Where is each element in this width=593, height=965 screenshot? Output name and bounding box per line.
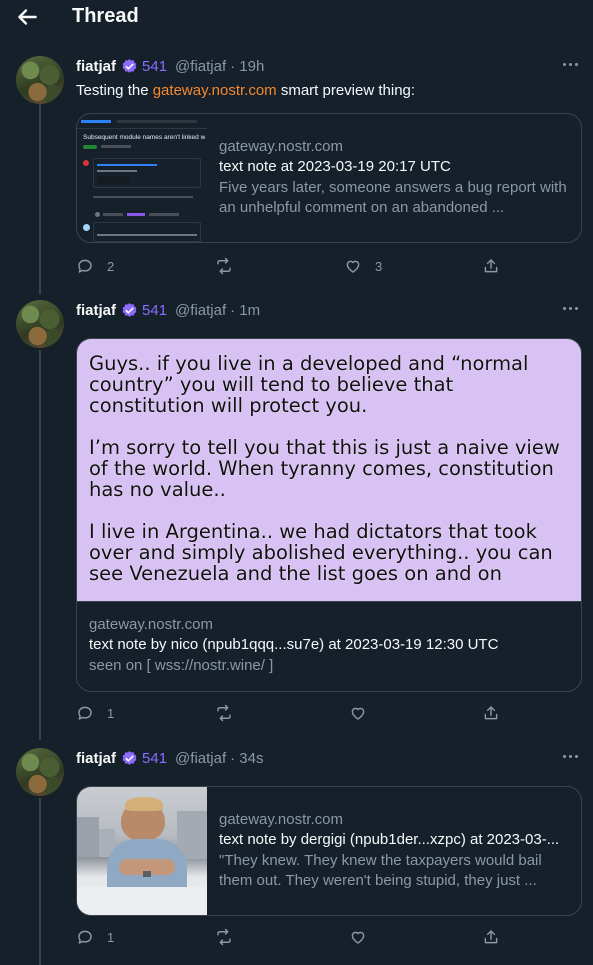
repost-button[interactable] [215, 704, 233, 722]
post-actions: 2 3 [76, 257, 516, 277]
post-actions: 1 [76, 928, 516, 948]
thread-line [39, 104, 41, 294]
card-description: Five years later, someone answers a bug … [219, 179, 567, 216]
share-icon [484, 259, 498, 273]
author-handle[interactable]: @fiatjaf [175, 58, 226, 75]
post-text: Testing the gateway.nostr.com smart prev… [76, 82, 416, 99]
more-options-icon[interactable] [563, 754, 579, 760]
repost-button[interactable] [215, 928, 233, 946]
verified-badge-icon [122, 751, 137, 765]
repost-icon [217, 704, 231, 722]
score-count: 541 [142, 58, 168, 75]
heart-icon [351, 707, 365, 720]
card-image: Guys.. if you live in a developed and “n… [77, 339, 581, 602]
card-description: "They knew. They knew the taxpayers woul… [219, 852, 542, 889]
header: Thread [0, 0, 593, 34]
reply-icon [78, 706, 92, 720]
author-name[interactable]: fiatjaf [76, 58, 116, 75]
card-domain: gateway.nostr.com [89, 616, 213, 633]
card-title: text note at 2023-03-19 20:17 UTC [219, 158, 451, 175]
post-time[interactable]: · 1m [230, 302, 260, 319]
card-domain: gateway.nostr.com [219, 811, 343, 828]
post-meta: fiatjaf 541 @fiatjaf · 1m [76, 302, 260, 319]
link-preview-card[interactable]: Guys.. if you live in a developed and “n… [76, 338, 582, 692]
post-actions: 1 [76, 704, 516, 724]
card-thumbnail [77, 787, 207, 915]
reply-count: 1 [107, 929, 115, 945]
page-title: Thread [72, 5, 139, 27]
avatar[interactable] [16, 56, 64, 104]
reply-icon [78, 930, 92, 944]
score-count: 541 [142, 750, 168, 767]
card-domain: gateway.nostr.com [219, 138, 343, 155]
reply-count: 2 [107, 258, 115, 274]
share-icon [484, 706, 498, 720]
reply-button[interactable]: 1 [76, 704, 114, 722]
share-icon [484, 930, 498, 944]
reply-button[interactable]: 1 [76, 928, 114, 946]
like-button[interactable]: 3 [344, 257, 382, 275]
more-options-icon[interactable] [563, 62, 579, 68]
back-arrow-icon[interactable] [14, 4, 40, 30]
card-body: gateway.nostr.com text note by nico (npu… [89, 616, 571, 676]
card-title: text note by nico (npub1qqq...su7e) at 2… [89, 636, 499, 653]
author-handle[interactable]: @fiatjaf [175, 750, 226, 767]
thumbnail-heading: Subsequent module names aren't linked wi… [83, 134, 205, 141]
card-title: text note by dergigi (npub1der...xzpc) a… [219, 831, 560, 848]
author-name[interactable]: fiatjaf [76, 750, 116, 767]
verified-badge-icon [122, 59, 137, 73]
reply-button[interactable]: 2 [76, 257, 114, 275]
heart-icon [351, 931, 365, 944]
avatar[interactable] [16, 748, 64, 796]
verified-badge-icon [122, 303, 137, 317]
reply-icon [78, 259, 92, 273]
avatar[interactable] [16, 300, 64, 348]
repost-button[interactable] [215, 257, 233, 275]
link-preview-card[interactable]: Subsequent module names aren't linked wi… [76, 113, 582, 243]
card-image-text: Guys.. if you live in a developed and “n… [89, 352, 560, 585]
like-count: 3 [375, 258, 383, 274]
card-body: gateway.nostr.com text note by dergigi (… [219, 811, 573, 891]
card-seen-on: seen on [ wss://nostr.wine/ ] [89, 657, 274, 674]
reply-count: 1 [107, 705, 115, 721]
repost-icon [217, 928, 231, 946]
like-button[interactable] [349, 928, 367, 946]
share-button[interactable] [482, 257, 500, 275]
author-name[interactable]: fiatjaf [76, 302, 116, 319]
thread-line [39, 350, 41, 740]
post-link[interactable]: gateway.nostr.com [153, 82, 277, 99]
like-button[interactable] [349, 704, 367, 722]
more-options-icon[interactable] [563, 306, 579, 312]
repost-icon [217, 257, 231, 275]
post-time[interactable]: · 19h [230, 58, 264, 75]
score-count: 541 [142, 302, 168, 319]
thread-line [39, 798, 41, 965]
heart-icon [346, 260, 360, 273]
post-time[interactable]: · 34s [230, 750, 263, 767]
card-body: gateway.nostr.com text note at 2023-03-1… [219, 138, 573, 218]
post-meta: fiatjaf 541 @fiatjaf · 19h [76, 58, 264, 75]
share-button[interactable] [482, 704, 500, 722]
post-meta: fiatjaf 541 @fiatjaf · 34s [76, 750, 264, 767]
share-button[interactable] [482, 928, 500, 946]
author-handle[interactable]: @fiatjaf [175, 302, 226, 319]
link-preview-card[interactable]: gateway.nostr.com text note by dergigi (… [76, 786, 582, 916]
